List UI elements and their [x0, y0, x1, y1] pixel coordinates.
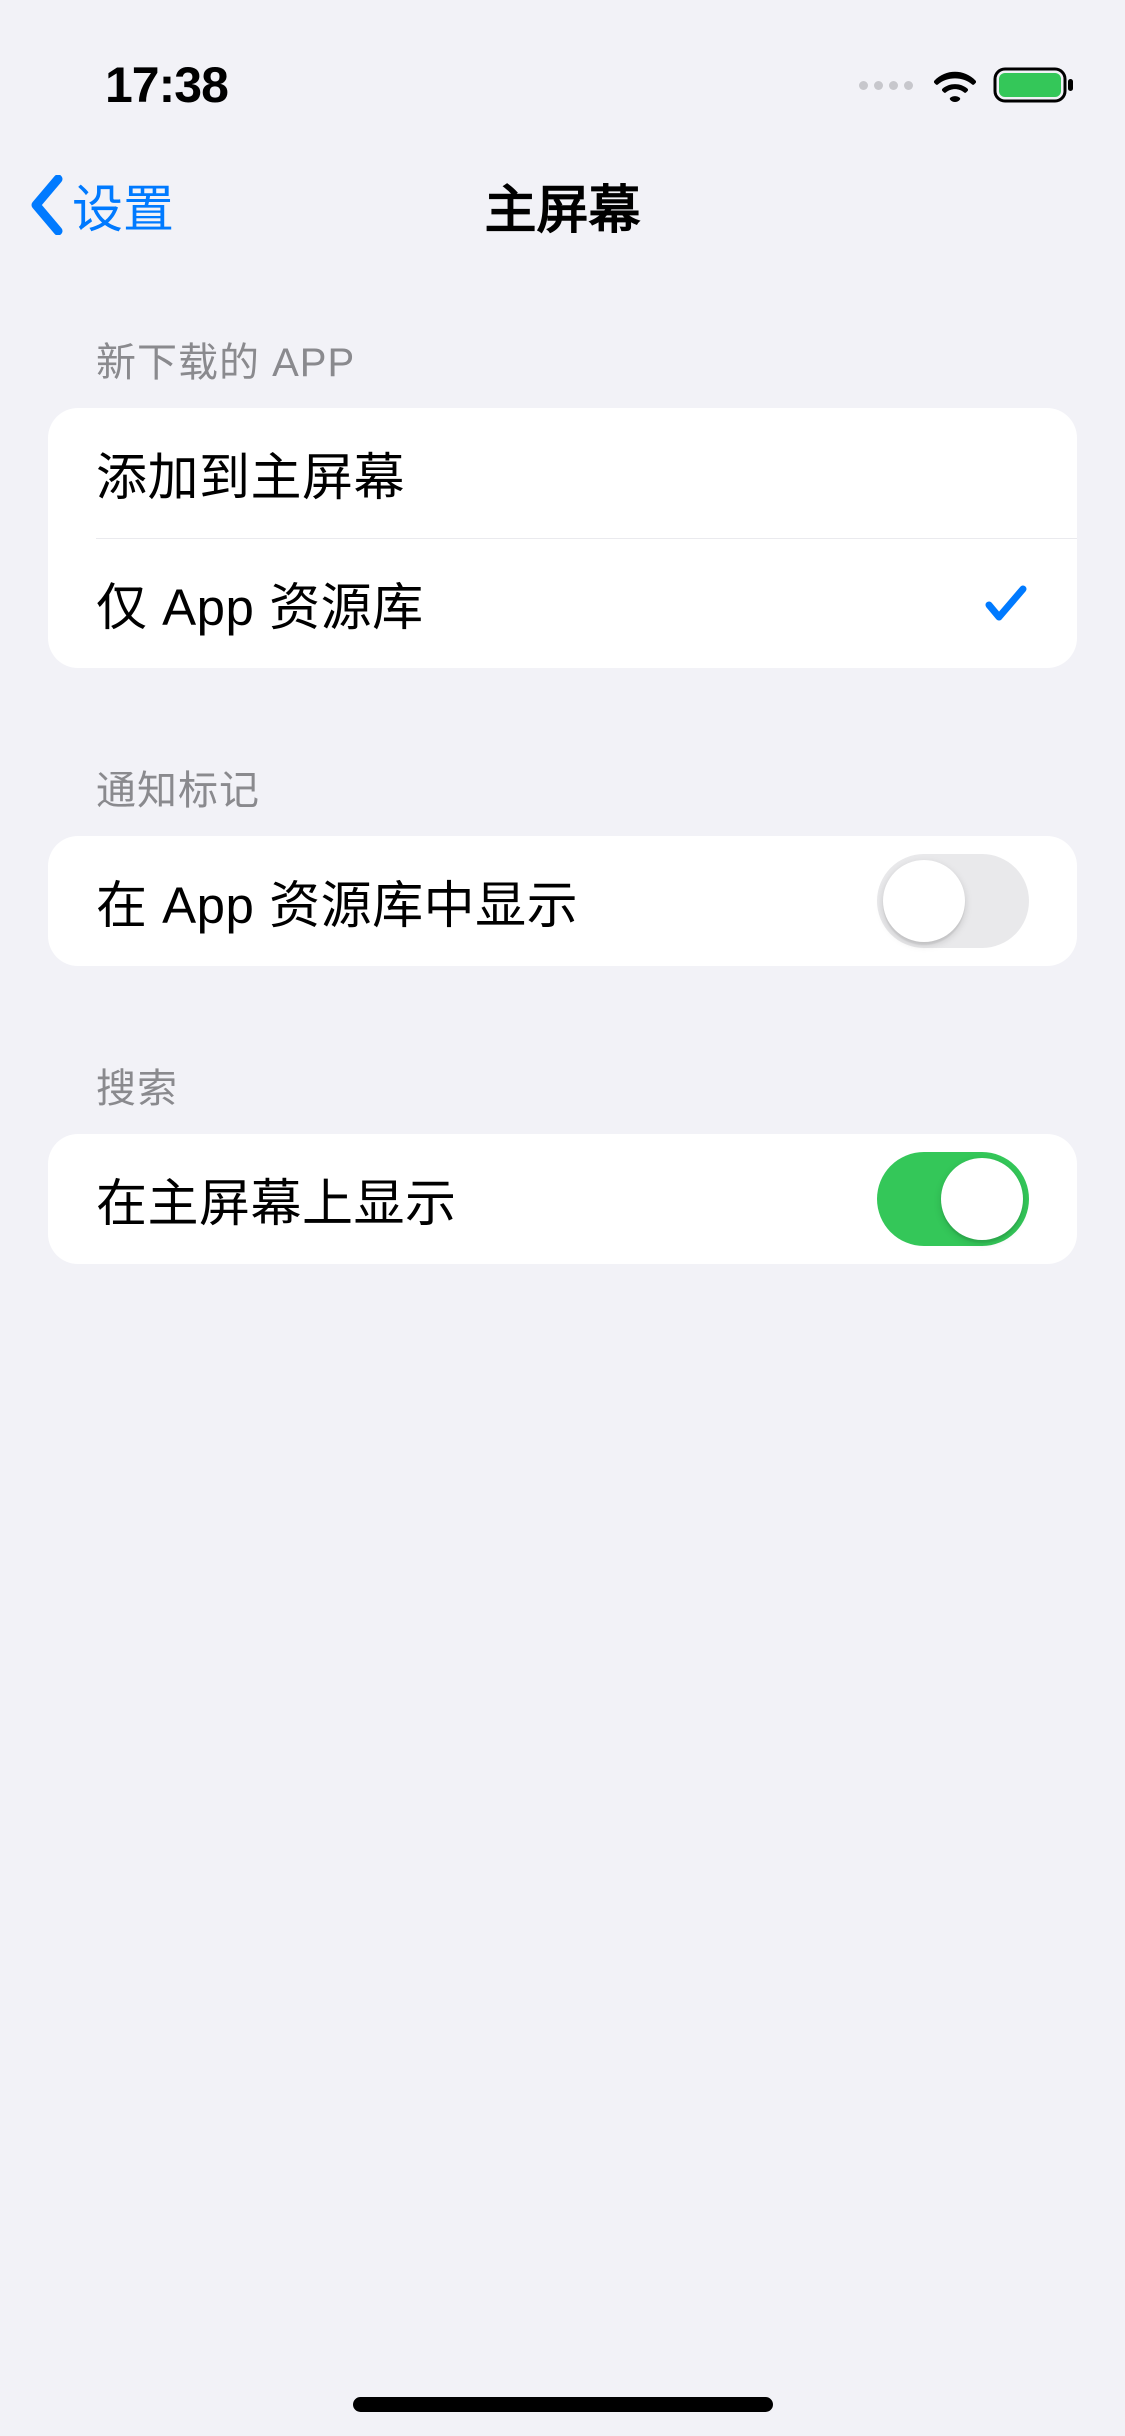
row-show-on-home: 在主屏幕上显示	[48, 1134, 1077, 1264]
page-title: 主屏幕	[484, 168, 640, 243]
option-label: 添加到主屏幕	[96, 436, 405, 510]
toggle-knob	[883, 860, 965, 942]
toggle-show-in-app-library[interactable]	[877, 854, 1029, 948]
checkmark-icon	[981, 579, 1029, 627]
content: 新下载的 APP 添加到主屏幕 仅 App 资源库 通知标记 在 App 资源库…	[0, 270, 1125, 1264]
row-show-in-app-library: 在 App 资源库中显示	[48, 836, 1077, 966]
group-search: 在主屏幕上显示	[48, 1134, 1077, 1264]
group-badges: 在 App 资源库中显示	[48, 836, 1077, 966]
wifi-icon	[931, 67, 979, 103]
option-label: 仅 App 资源库	[96, 566, 424, 640]
back-label: 设置	[72, 168, 174, 242]
status-bar: 17:38	[0, 0, 1125, 140]
status-time: 17:38	[50, 56, 228, 114]
home-indicator	[353, 2397, 773, 2412]
group-new-apps: 添加到主屏幕 仅 App 资源库	[48, 408, 1077, 668]
section-header-badges: 通知标记	[48, 758, 1077, 836]
chevron-left-icon	[28, 175, 64, 235]
back-button[interactable]: 设置	[20, 168, 174, 242]
row-label: 在 App 资源库中显示	[96, 864, 578, 938]
option-add-to-home[interactable]: 添加到主屏幕	[48, 408, 1077, 538]
toggle-knob	[941, 1158, 1023, 1240]
status-right	[859, 65, 1075, 105]
nav-bar: 设置 主屏幕	[0, 140, 1125, 270]
option-app-library-only[interactable]: 仅 App 资源库	[48, 538, 1077, 668]
section-header-new-apps: 新下载的 APP	[48, 330, 1077, 408]
row-label: 在主屏幕上显示	[96, 1162, 457, 1236]
battery-icon	[993, 65, 1075, 105]
section-header-search: 搜索	[48, 1056, 1077, 1134]
toggle-show-on-home[interactable]	[877, 1152, 1029, 1246]
cellular-dots-icon	[859, 81, 913, 90]
